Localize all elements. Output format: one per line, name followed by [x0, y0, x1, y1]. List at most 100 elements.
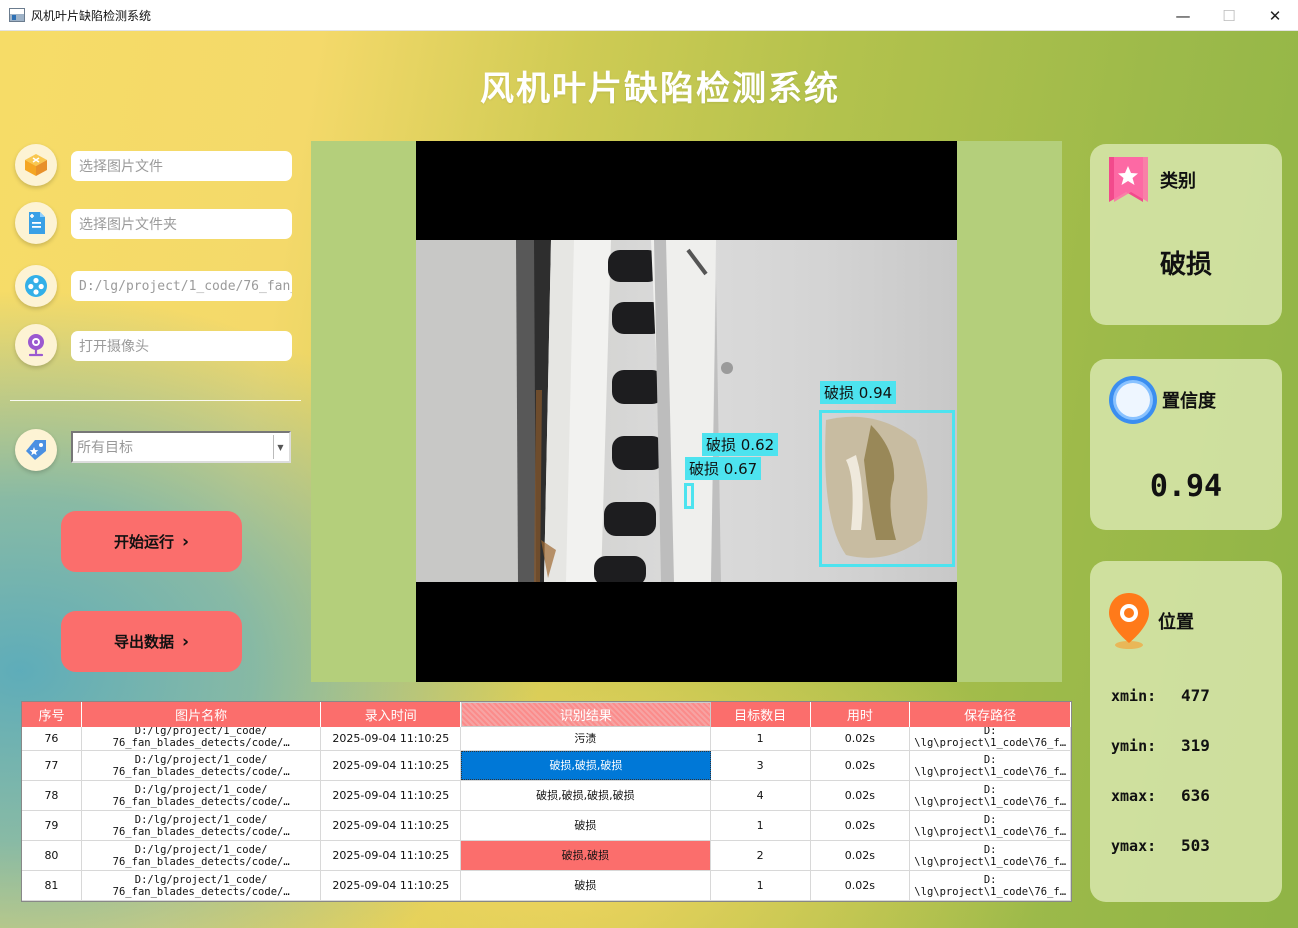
detection-box	[684, 483, 694, 509]
minimize-button[interactable]: —	[1160, 0, 1206, 31]
cell-image-name-line2: 76_fan_blades_detects/code/…	[112, 795, 290, 808]
cell-count: 3	[711, 751, 811, 780]
cell-time: 2025-09-04 11:10:25	[321, 811, 462, 840]
cell-image-name: D:/lg/project/1_code/76_fan_blades_detec…	[82, 751, 322, 780]
category-card: 类别 破损	[1090, 144, 1282, 325]
column-header-time[interactable]: 录入时间	[321, 702, 462, 727]
cell-save-path-line2: \lg\project\1_code\76_f…	[914, 765, 1067, 778]
bookmark-star-icon	[1109, 157, 1148, 202]
video-path-input[interactable]: D:/lg/project/1_code/76_fan_blades_detec…	[71, 271, 292, 301]
table-row[interactable]: 81 D:/lg/project/1_code/76_fan_blades_de…	[22, 871, 1071, 901]
cell-id: 76	[22, 727, 82, 750]
image-folder-row	[15, 202, 57, 244]
cell-elapsed: 0.02s	[811, 871, 911, 900]
ring-icon	[1109, 376, 1157, 424]
ymin-value: 319	[1181, 736, 1210, 755]
cell-count: 1	[711, 811, 811, 840]
column-header-id[interactable]: 序号	[22, 702, 82, 727]
table-row[interactable]: 77 D:/lg/project/1_code/76_fan_blades_de…	[22, 751, 1071, 781]
ymax-row: ymax: 503	[1111, 836, 1210, 855]
column-header-save-path[interactable]: 保存路径	[910, 702, 1071, 727]
cell-save-path: D: \lg\project\1_code\76_f…	[910, 841, 1071, 870]
xmin-value: 477	[1181, 686, 1210, 705]
column-header-image-name[interactable]: 图片名称	[82, 702, 322, 727]
run-button[interactable]: 开始运行 ›	[61, 511, 242, 572]
ymin-label: ymin:	[1111, 737, 1157, 755]
window-title: 风机叶片缺陷检测系统	[31, 8, 152, 23]
blade-photo	[416, 240, 957, 582]
app-title: 风机叶片缺陷检测系统	[480, 69, 840, 109]
column-header-elapsed[interactable]: 用时	[811, 702, 911, 727]
ymin-row: ymin: 319	[1111, 736, 1210, 755]
category-label: 类别	[1160, 171, 1196, 192]
folder-icon[interactable]	[15, 202, 57, 244]
target-select-value: 所有目标	[77, 440, 133, 456]
position-card: 位置 xmin: 477 ymin: 319 xmax: 636 ymax: 503	[1090, 561, 1282, 902]
window-titlebar: 风机叶片缺陷检测系统 — ☐ ✕	[0, 0, 1298, 31]
cell-result: 破损,破损,破损,破损	[461, 781, 711, 810]
tag-icon	[15, 429, 57, 471]
results-table[interactable]: 序号 图片名称 录入时间 识别结果 目标数目 用时 保存路径 76 D:/lg/…	[21, 701, 1072, 902]
camera-input[interactable]: 打开摄像头	[71, 331, 292, 361]
cell-image-name: D:/lg/project/1_code/76_fan_blades_detec…	[82, 871, 322, 900]
cell-save-path-line2: \lg\project\1_code\76_f…	[914, 825, 1067, 838]
column-header-result[interactable]: 识别结果	[461, 702, 711, 727]
cell-save-path-line1: D:	[983, 783, 997, 796]
table-row[interactable]: 80 D:/lg/project/1_code/76_fan_blades_de…	[22, 841, 1071, 871]
category-value: 破损	[1159, 250, 1212, 280]
cell-save-path: D: \lg\project\1_code\76_f…	[910, 751, 1071, 780]
cell-count: 4	[711, 781, 811, 810]
table-row[interactable]: 79 D:/lg/project/1_code/76_fan_blades_de…	[22, 811, 1071, 841]
cell-result-selected[interactable]: 破损,破损,破损	[461, 751, 711, 780]
image-file-row	[15, 144, 57, 186]
ymax-label: ymax:	[1111, 837, 1157, 855]
cell-elapsed: 0.02s	[811, 751, 911, 780]
cell-image-name-line1: D:/lg/project/1_code/	[134, 813, 268, 826]
app-main: 风机叶片缺陷检测系统 选择图片文件 选择图片文件夹 D:/lg/project/…	[0, 31, 1298, 928]
chevron-down-icon[interactable]: ▼	[273, 435, 287, 459]
position-card-header: 位置	[1106, 591, 1194, 651]
xmin-label: xmin:	[1111, 687, 1157, 705]
window-controls: — ☐ ✕	[1160, 0, 1298, 31]
cell-save-path-line2: \lg\project\1_code\76_f…	[914, 855, 1067, 868]
maximize-button[interactable]: ☐	[1206, 0, 1252, 31]
image-file-icon[interactable]	[15, 144, 57, 186]
cell-save-path: D: \lg\project\1_code\76_f…	[910, 727, 1071, 750]
position-label: 位置	[1158, 612, 1194, 633]
cell-time: 2025-09-04 11:10:25	[321, 871, 462, 900]
location-pin-icon	[1109, 593, 1149, 649]
ymax-value: 503	[1181, 836, 1210, 855]
close-button[interactable]: ✕	[1252, 0, 1298, 31]
cell-save-path: D: \lg\project\1_code\76_f…	[910, 811, 1071, 840]
cell-result-highlight: 破损,破损	[461, 841, 711, 870]
cell-image-name-line1: D:/lg/project/1_code/	[134, 843, 268, 856]
camera-row	[15, 324, 57, 366]
app-window-icon	[9, 8, 25, 22]
cell-result: 破损	[461, 811, 711, 840]
detection-label: 破损 0.67	[685, 457, 762, 480]
cell-save-path-line1: D:	[983, 873, 997, 886]
export-button[interactable]: 导出数据 ›	[61, 611, 242, 672]
cell-id: 81	[22, 871, 82, 900]
table-row[interactable]: 76 D:/lg/project/1_code/76_fan_blades_de…	[22, 727, 1071, 751]
chevron-right-icon: ›	[182, 631, 190, 652]
image-view-canvas: 破损 0.94 破损 0.62 破损 0.67	[416, 141, 957, 682]
cell-result: 污渍	[461, 727, 711, 750]
image-file-input[interactable]: 选择图片文件	[71, 151, 292, 181]
xmax-label: xmax:	[1111, 787, 1157, 805]
confidence-label: 置信度	[1162, 391, 1216, 412]
table-row[interactable]: 78 D:/lg/project/1_code/76_fan_blades_de…	[22, 781, 1071, 811]
cell-save-path: D: \lg\project\1_code\76_f…	[910, 871, 1071, 900]
target-select[interactable]: 所有目标 ▼	[71, 431, 291, 463]
left-divider	[10, 400, 301, 401]
table-header: 序号 图片名称 录入时间 识别结果 目标数目 用时 保存路径	[22, 702, 1071, 727]
cell-save-path-line1: D:	[983, 727, 997, 737]
cell-save-path-line2: \lg\project\1_code\76_f…	[914, 737, 1067, 749]
image-folder-input[interactable]: 选择图片文件夹	[71, 209, 292, 239]
video-icon[interactable]	[15, 265, 57, 307]
cell-elapsed: 0.02s	[811, 727, 911, 750]
category-card-header: 类别	[1106, 154, 1196, 206]
cell-image-name: D:/lg/project/1_code/76_fan_blades_detec…	[82, 727, 322, 750]
column-header-count[interactable]: 目标数目	[711, 702, 811, 727]
camera-icon[interactable]	[15, 324, 57, 366]
